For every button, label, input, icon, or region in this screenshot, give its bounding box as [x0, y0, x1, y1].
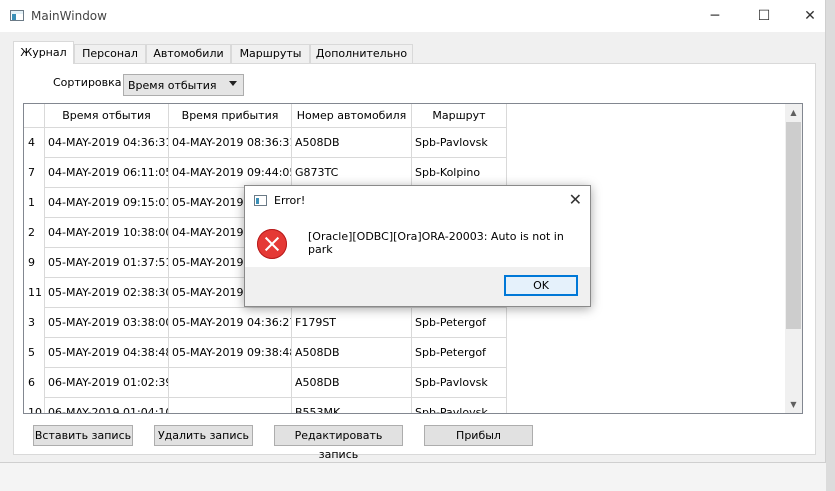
- maximize-button[interactable]: ☐: [741, 0, 787, 32]
- tab-cars[interactable]: Автомобили: [146, 44, 231, 63]
- table-cell[interactable]: 05-MAY-2019 04:36:27: [169, 308, 292, 338]
- insert-record-button[interactable]: Вставить запись: [33, 425, 133, 446]
- tab-journal[interactable]: Журнал: [13, 41, 74, 64]
- row-header[interactable]: 10: [24, 398, 45, 413]
- row-header[interactable]: 3: [24, 308, 45, 338]
- row-header[interactable]: 9: [24, 248, 45, 278]
- title-bar: MainWindow ─ ☐ ✕: [0, 0, 825, 32]
- table-cell[interactable]: A508DB: [292, 368, 412, 398]
- scroll-down-icon[interactable]: ▼: [785, 396, 802, 413]
- dialog-body: [Oracle][ODBC][Ora]ORA-20003: Auto is no…: [245, 215, 590, 267]
- window-title: MainWindow: [31, 9, 107, 23]
- tab-additional[interactable]: Дополнительно: [310, 44, 413, 63]
- tab-personnel[interactable]: Персонал: [74, 44, 146, 63]
- row-header[interactable]: 2: [24, 218, 45, 248]
- row-header[interactable]: 4: [24, 128, 45, 158]
- edit-record-button[interactable]: Редактировать запись: [274, 425, 403, 461]
- table-cell[interactable]: 04-MAY-2019 09:15:01: [45, 188, 169, 218]
- table-corner: [24, 104, 45, 128]
- table-cell[interactable]: 04-MAY-2019 10:38:00: [45, 218, 169, 248]
- table-cell[interactable]: Spb-Petergof: [412, 308, 507, 338]
- sort-combobox[interactable]: Время отбытия: [123, 74, 244, 96]
- table-cell[interactable]: 04-MAY-2019 08:36:31: [169, 128, 292, 158]
- table-cell[interactable]: 05-MAY-2019 02:38:30: [45, 278, 169, 308]
- vertical-scrollbar[interactable]: ▲ ▼: [785, 104, 802, 413]
- error-dialog: Error! ✕ [Oracle][ODBC][Ora]ORA-20003: A…: [244, 185, 591, 307]
- table-cell[interactable]: 04-MAY-2019 09:44:05: [169, 158, 292, 188]
- table-cell[interactable]: Spb-Pavlovsk: [412, 368, 507, 398]
- column-header[interactable]: Время отбытия: [45, 104, 169, 128]
- table-cell[interactable]: 05-MAY-2019 09:38:48: [169, 338, 292, 368]
- column-header[interactable]: Номер автомобиля: [292, 104, 412, 128]
- table-cell[interactable]: Spb-Kolpino: [412, 158, 507, 188]
- table-cell[interactable]: A508DB: [292, 338, 412, 368]
- table-cell[interactable]: B553MK: [292, 398, 412, 413]
- table-cell[interactable]: 04-MAY-2019 04:36:31: [45, 128, 169, 158]
- row-header[interactable]: 11: [24, 278, 45, 308]
- desktop-bottom: [0, 463, 826, 491]
- row-header[interactable]: 5: [24, 338, 45, 368]
- table-cell[interactable]: 05-MAY-2019 01:37:51: [45, 248, 169, 278]
- dialog-app-icon: [254, 195, 267, 206]
- dialog-title: Error!: [274, 194, 306, 207]
- table-cell[interactable]: [169, 368, 292, 398]
- row-header[interactable]: 1: [24, 188, 45, 218]
- scrollbar-thumb[interactable]: [786, 122, 801, 329]
- desktop-edge: [826, 0, 835, 491]
- tab-routes[interactable]: Маршруты: [231, 44, 310, 63]
- sort-label: Сортировка: [53, 76, 122, 89]
- close-button[interactable]: ✕: [787, 0, 833, 32]
- dialog-message: [Oracle][ODBC][Ora]ORA-20003: Auto is no…: [308, 230, 564, 256]
- sort-combobox-value: Время отбытия: [128, 79, 217, 92]
- window-app-icon: [10, 10, 24, 21]
- column-header[interactable]: Время прибытия: [169, 104, 292, 128]
- column-header[interactable]: Маршрут: [412, 104, 507, 128]
- table-cell[interactable]: [169, 398, 292, 413]
- ok-button[interactable]: OK: [504, 275, 578, 296]
- table-cell[interactable]: Spb-Pavlovsk: [412, 128, 507, 158]
- table-cell[interactable]: 05-MAY-2019 03:38:00: [45, 308, 169, 338]
- arrived-button[interactable]: Прибыл: [424, 425, 533, 446]
- minimize-button[interactable]: ─: [692, 0, 738, 32]
- table-cell[interactable]: 04-MAY-2019 06:11:05: [45, 158, 169, 188]
- row-header[interactable]: 6: [24, 368, 45, 398]
- table-cell[interactable]: F179ST: [292, 308, 412, 338]
- table-cell[interactable]: 06-MAY-2019 01:04:10: [45, 398, 169, 413]
- table-cell[interactable]: 05-MAY-2019 04:38:48: [45, 338, 169, 368]
- row-header[interactable]: 7: [24, 158, 45, 188]
- error-icon: [257, 229, 287, 259]
- chevron-down-icon: [229, 81, 237, 86]
- table-cell[interactable]: 06-MAY-2019 01:02:39: [45, 368, 169, 398]
- table-cell[interactable]: A508DB: [292, 128, 412, 158]
- table-cell[interactable]: G873TC: [292, 158, 412, 188]
- scroll-up-icon[interactable]: ▲: [785, 104, 802, 121]
- dialog-title-bar: Error! ✕: [245, 186, 590, 215]
- delete-record-button[interactable]: Удалить запись: [154, 425, 253, 446]
- dialog-close-button[interactable]: ✕: [569, 190, 582, 209]
- table-cell[interactable]: Spb-Pavlovsk: [412, 398, 507, 413]
- table-cell[interactable]: Spb-Petergof: [412, 338, 507, 368]
